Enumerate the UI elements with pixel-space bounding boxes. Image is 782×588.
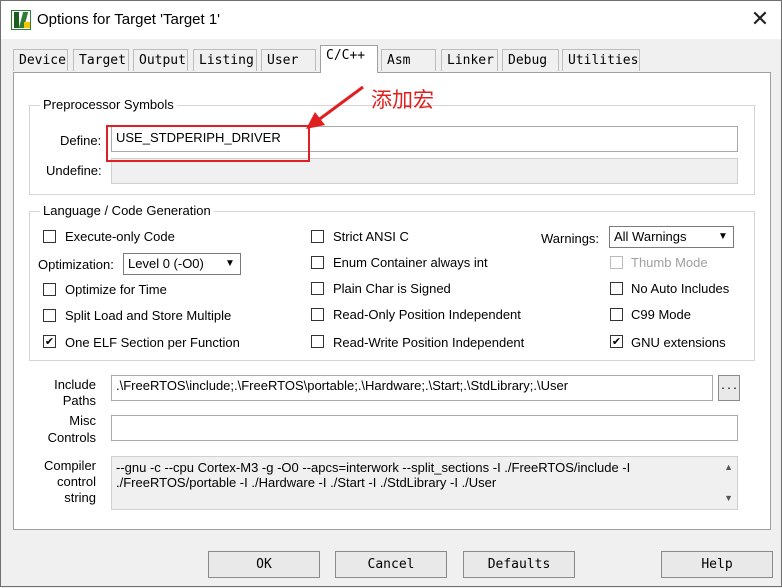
ok-button[interactable]: OK xyxy=(208,551,320,578)
defaults-button[interactable]: Defaults xyxy=(463,551,575,578)
annotation-text: 添加宏 xyxy=(371,88,434,112)
tab-c-cpp[interactable]: C/C++ xyxy=(320,45,378,73)
cancel-button[interactable]: Cancel xyxy=(335,551,447,578)
options-dialog: Options for Target 'Target 1' ✕ Device T… xyxy=(0,0,782,587)
help-button[interactable]: Help xyxy=(661,551,773,578)
